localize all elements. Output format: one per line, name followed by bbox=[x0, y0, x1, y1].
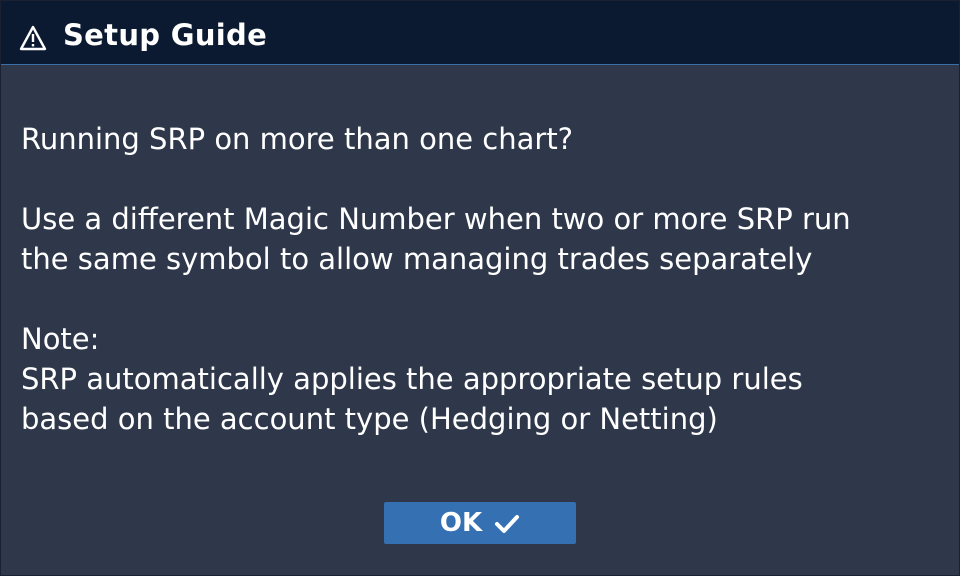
dialog-titlebar: Setup Guide bbox=[1, 1, 959, 65]
advice-text-line-1: Use a different Magic Number when two or… bbox=[21, 202, 851, 236]
checkmark-icon bbox=[495, 515, 520, 533]
note-text-line-2: based on the account type (Hedging or Ne… bbox=[21, 402, 718, 436]
warning-triangle-icon bbox=[19, 25, 47, 51]
ok-button[interactable]: OK bbox=[384, 502, 576, 544]
question-text: Running SRP on more than one chart? bbox=[21, 122, 574, 156]
advice-text-line-2: the same symbol to allow managing trades… bbox=[21, 242, 813, 276]
dialog-body: Running SRP on more than one chart? Use … bbox=[21, 119, 941, 439]
dialog-title: Setup Guide bbox=[63, 18, 268, 52]
ok-button-label: OK bbox=[439, 508, 483, 538]
note-text-line-1: SRP automatically applies the appropriat… bbox=[21, 362, 803, 396]
note-label: Note: bbox=[21, 322, 100, 356]
setup-guide-dialog: Setup Guide Running SRP on more than one… bbox=[0, 0, 960, 576]
